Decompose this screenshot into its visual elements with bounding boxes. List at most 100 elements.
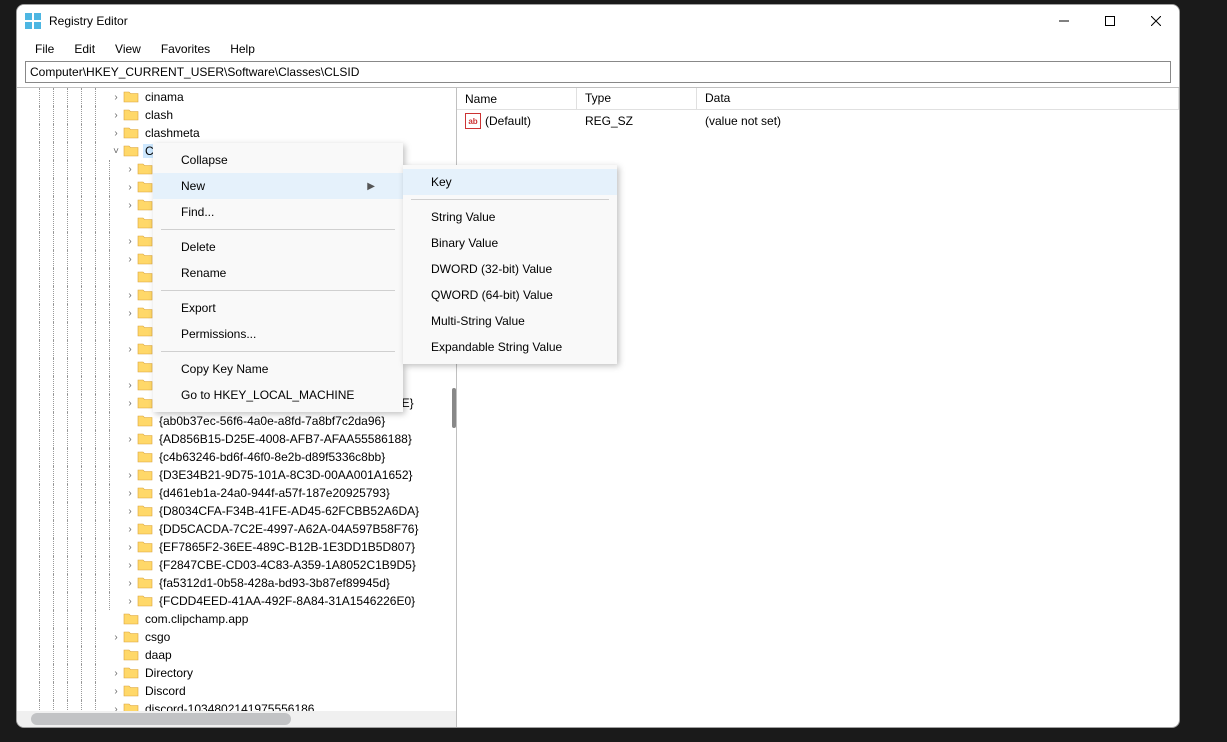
tree-item-label: {fa5312d1-0b58-428a-bd93-3b87ef89945d} xyxy=(157,576,392,590)
tree-item[interactable]: ›cinama xyxy=(17,88,456,106)
tree-item[interactable]: ›csgo xyxy=(17,628,456,646)
value-row[interactable]: ab (Default) REG_SZ (value not set) xyxy=(457,110,1179,132)
tree-item[interactable]: ›{AD856B15-D25E-4008-AFB7-AFAA55586188} xyxy=(17,430,456,448)
ctx-copy-key-name[interactable]: Copy Key Name xyxy=(153,356,403,382)
separator xyxy=(161,229,395,230)
registry-editor-window: Registry Editor File Edit View Favorites… xyxy=(16,4,1180,728)
expand-toggle[interactable]: › xyxy=(123,200,137,211)
ctx-new-binary[interactable]: Binary Value xyxy=(403,230,617,256)
ctx-collapse[interactable]: Collapse xyxy=(153,147,403,173)
expand-toggle[interactable]: › xyxy=(123,164,137,175)
expand-toggle[interactable]: › xyxy=(123,542,137,553)
expand-toggle[interactable]: ˅ xyxy=(109,146,123,157)
tree-item[interactable]: ›clashmeta xyxy=(17,124,456,142)
expand-toggle[interactable]: › xyxy=(123,434,137,445)
column-data[interactable]: Data xyxy=(697,88,1179,109)
expand-toggle[interactable]: › xyxy=(109,110,123,121)
tree-item[interactable]: › {fa5312d1-0b58-428a-bd93-3b87ef89945d} xyxy=(17,574,456,592)
tree-item[interactable]: ›discord-1034802141975556186 xyxy=(17,700,456,711)
menu-edit[interactable]: Edit xyxy=(64,40,105,58)
expand-toggle[interactable]: › xyxy=(109,92,123,103)
expand-toggle[interactable]: › xyxy=(123,344,137,355)
tree-item[interactable]: › {EF7865F2-36EE-489C-B12B-1E3DD1B5D807} xyxy=(17,538,456,556)
folder-icon xyxy=(123,702,139,711)
tree-item-label: {EF7865F2-36EE-489C-B12B-1E3DD1B5D807} xyxy=(157,540,417,554)
expand-toggle[interactable]: › xyxy=(123,254,137,265)
close-button[interactable] xyxy=(1133,5,1179,37)
scrollbar-thumb[interactable] xyxy=(31,713,291,725)
menu-help[interactable]: Help xyxy=(220,40,265,58)
column-type[interactable]: Type xyxy=(577,88,697,109)
tree-item[interactable]: com.clipchamp.app xyxy=(17,610,456,628)
ctx-rename[interactable]: Rename xyxy=(153,260,403,286)
expand-toggle[interactable]: › xyxy=(123,578,137,589)
ctx-find[interactable]: Find... xyxy=(153,199,403,225)
splitter-grip[interactable] xyxy=(452,388,456,428)
expand-toggle[interactable]: › xyxy=(123,470,137,481)
tree-item-label: com.clipchamp.app xyxy=(143,612,250,626)
tree-item[interactable]: ›{D8034CFA-F34B-41FE-AD45-62FCBB52A6DA} xyxy=(17,502,456,520)
folder-icon xyxy=(137,522,153,536)
folder-icon xyxy=(137,414,153,428)
tree-item[interactable]: {c4b63246-bd6f-46f0-8e2b-d89f5336c8bb} xyxy=(17,448,456,466)
address-path: Computer\HKEY_CURRENT_USER\Software\Clas… xyxy=(30,65,359,79)
ctx-delete[interactable]: Delete xyxy=(153,234,403,260)
ctx-new-expandable-string[interactable]: Expandable String Value xyxy=(403,334,617,360)
ctx-goto-hklm[interactable]: Go to HKEY_LOCAL_MACHINE xyxy=(153,382,403,408)
tree-item[interactable]: {ab0b37ec-56f6-4a0e-a8fd-7a8bf7c2da96} xyxy=(17,412,456,430)
folder-icon xyxy=(123,630,139,644)
expand-toggle[interactable]: › xyxy=(123,182,137,193)
tree-item[interactable]: ›Directory xyxy=(17,664,456,682)
expand-toggle[interactable]: › xyxy=(109,632,123,643)
folder-icon xyxy=(137,432,153,446)
tree-item[interactable]: › {DD5CACDA-7C2E-4997-A62A-04A597B58F76} xyxy=(17,520,456,538)
tree-item[interactable]: ›clash xyxy=(17,106,456,124)
tree-item[interactable]: › {F2847CBE-CD03-4C83-A359-1A8052C1B9D5} xyxy=(17,556,456,574)
expand-toggle[interactable]: › xyxy=(109,668,123,679)
folder-icon xyxy=(137,216,153,230)
address-bar[interactable]: Computer\HKEY_CURRENT_USER\Software\Clas… xyxy=(25,61,1171,83)
expand-toggle[interactable]: › xyxy=(123,506,137,517)
context-menu: Collapse New▶ Find... Delete Rename Expo… xyxy=(153,143,403,412)
menu-file[interactable]: File xyxy=(25,40,64,58)
new-submenu: Key String Value Binary Value DWORD (32-… xyxy=(403,165,617,364)
expand-toggle[interactable]: › xyxy=(123,380,137,391)
folder-icon xyxy=(137,576,153,590)
tree-item[interactable]: › Discord xyxy=(17,682,456,700)
tree-item-label: {F2847CBE-CD03-4C83-A359-1A8052C1B9D5} xyxy=(157,558,418,572)
expand-toggle[interactable]: › xyxy=(123,290,137,301)
expand-toggle[interactable]: › xyxy=(123,560,137,571)
expand-toggle[interactable]: › xyxy=(123,488,137,499)
expand-toggle[interactable]: › xyxy=(123,236,137,247)
ctx-new-qword[interactable]: QWORD (64-bit) Value xyxy=(403,282,617,308)
tree-item[interactable]: ›{d461eb1a-24a0-944f-a57f-187e20925793} xyxy=(17,484,456,502)
expand-toggle[interactable]: › xyxy=(109,128,123,139)
tree-item[interactable]: ›{D3E34B21-9D75-101A-8C3D-00AA001A1652} xyxy=(17,466,456,484)
ctx-new-dword[interactable]: DWORD (32-bit) Value xyxy=(403,256,617,282)
menu-favorites[interactable]: Favorites xyxy=(151,40,220,58)
ctx-permissions[interactable]: Permissions... xyxy=(153,321,403,347)
menubar: File Edit View Favorites Help xyxy=(17,37,1179,61)
tree-item[interactable]: ›{FCDD4EED-41AA-492F-8A84-31A1546226E0} xyxy=(17,592,456,610)
tree-item[interactable]: daap xyxy=(17,646,456,664)
tree-item-label: {DD5CACDA-7C2E-4997-A62A-04A597B58F76} xyxy=(157,522,420,536)
ctx-export[interactable]: Export xyxy=(153,295,403,321)
ctx-new-key[interactable]: Key xyxy=(403,169,617,195)
column-name[interactable]: Name xyxy=(457,88,577,109)
ctx-new-multi-string[interactable]: Multi-String Value xyxy=(403,308,617,334)
horizontal-scrollbar[interactable] xyxy=(17,711,456,727)
expand-toggle[interactable]: › xyxy=(123,596,137,607)
tree-item-label: Discord xyxy=(143,684,188,698)
ctx-new[interactable]: New▶ xyxy=(153,173,403,199)
value-data: (value not set) xyxy=(697,114,1179,128)
expand-toggle[interactable]: › xyxy=(109,686,123,697)
expand-toggle[interactable]: › xyxy=(123,308,137,319)
minimize-button[interactable] xyxy=(1041,5,1087,37)
menu-view[interactable]: View xyxy=(105,40,151,58)
maximize-button[interactable] xyxy=(1087,5,1133,37)
folder-icon xyxy=(137,162,153,176)
expand-toggle[interactable]: › xyxy=(123,524,137,535)
expand-toggle[interactable]: › xyxy=(109,704,123,712)
expand-toggle[interactable]: › xyxy=(123,398,137,409)
ctx-new-string[interactable]: String Value xyxy=(403,204,617,230)
